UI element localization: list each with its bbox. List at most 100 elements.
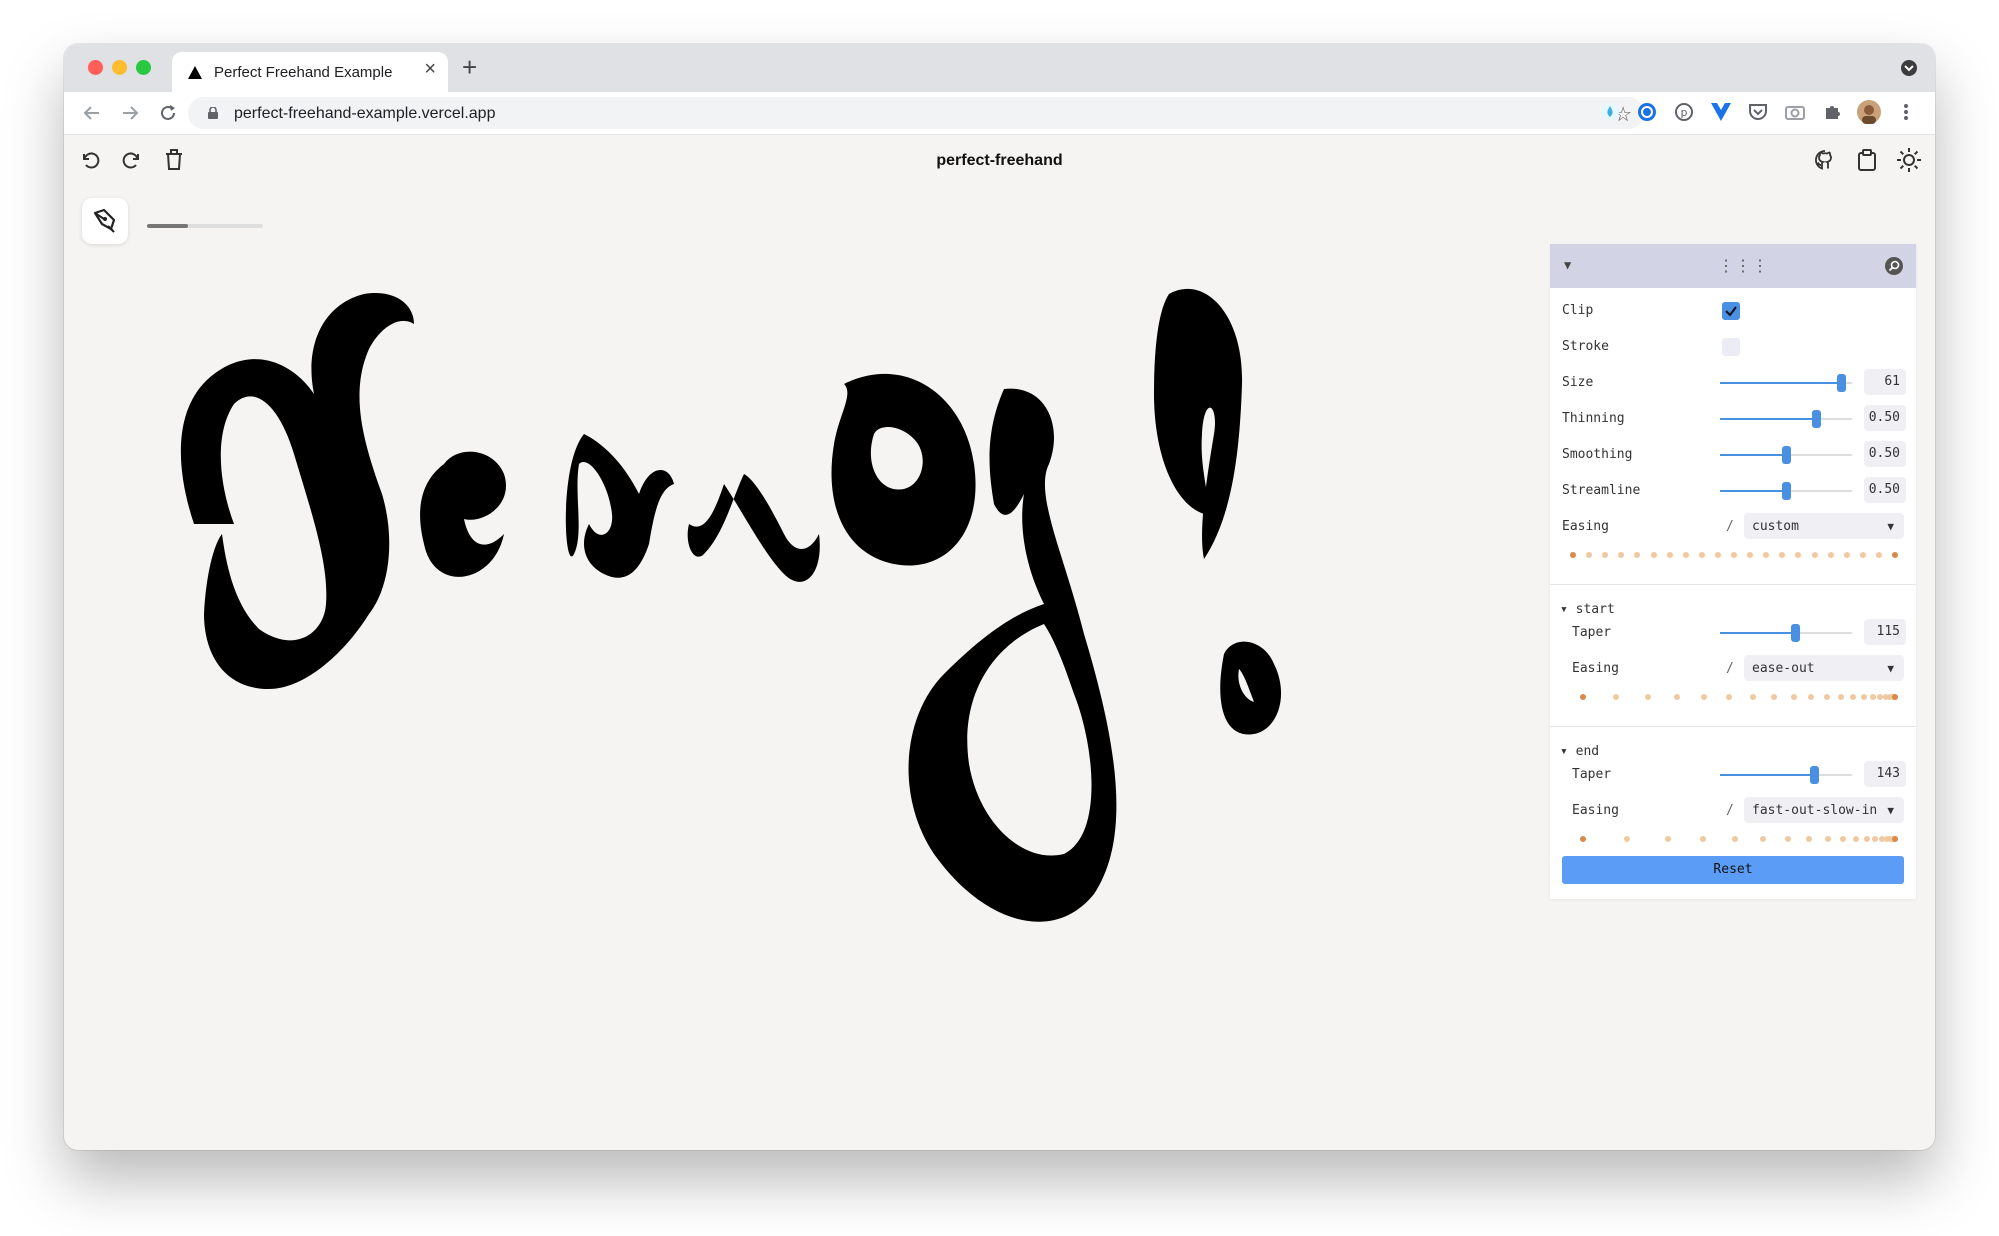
lock-icon [208,107,218,119]
easing-select-value: custom [1752,519,1799,534]
reload-button[interactable] [154,100,182,126]
droplet-extension-icon[interactable] [1596,98,1624,126]
easing-dot [1869,694,1876,700]
progress-fill [147,224,188,228]
chevron-down-icon: ▼ [1887,662,1894,675]
easing-dot [1747,552,1754,558]
new-tab-button[interactable]: + [462,52,477,83]
pinterest-icon[interactable]: p [1670,98,1698,126]
browser-tab[interactable]: Perfect Freehand Example × [172,52,448,92]
easing-dot [1682,552,1689,558]
streamline-input[interactable]: 0.50 [1864,477,1906,503]
start-taper-input[interactable]: 115 [1864,619,1906,645]
reset-button[interactable]: Reset [1562,856,1904,884]
start-group-title[interactable]: ▾ start [1560,602,1615,617]
browser-menu-icon[interactable] [1892,98,1920,126]
maximize-window-button[interactable] [136,60,151,75]
github-button[interactable] [1811,146,1839,174]
options-panel: ▼ ⋮⋮⋮ Clip Stroke Size 61 Thinning 0.50 … [1550,244,1916,899]
end-easing-row: Easing / fast-out-slow-in ▼ [1560,794,1916,828]
start-easing-select[interactable]: ease-out ▼ [1744,655,1904,681]
start-easing-value: ease-out [1752,661,1815,676]
easing-dot [1714,552,1721,558]
stroke-row: Stroke [1550,330,1916,364]
vercel-favicon-icon [188,66,202,79]
vue-devtools-icon[interactable] [1707,98,1735,126]
start-easing-curve-dots [1580,692,1900,702]
easing-dot [1784,836,1791,842]
start-taper-label: Taper [1572,625,1612,640]
smoothing-row: Smoothing 0.50 [1550,438,1916,472]
streamline-slider-thumb[interactable] [1782,482,1791,500]
drag-handle-icon[interactable]: ⋮⋮⋮ [1718,256,1769,275]
thinning-slider-thumb[interactable] [1812,410,1822,428]
end-taper-input[interactable]: 143 [1864,761,1906,787]
easing-dot [1850,694,1857,700]
easing-dot [1673,694,1680,700]
clip-row: Clip [1550,294,1916,328]
easing-dot [1840,836,1847,842]
tab-title: Perfect Freehand Example [214,64,393,81]
easing-dot [1580,694,1586,700]
easing-dot [1838,694,1845,700]
checkmark-icon [1725,306,1737,317]
search-extension-icon[interactable] [1633,98,1661,126]
panel-header[interactable]: ▼ ⋮⋮⋮ [1550,244,1916,288]
easing-dot [1760,836,1767,842]
easing-curve-dots [1570,550,1900,560]
pen-tool-button[interactable] [82,198,128,244]
svg-text:p: p [1681,106,1688,119]
theme-toggle-button[interactable] [1895,146,1923,174]
easing-dot [1763,552,1770,558]
smoothing-slider-thumb[interactable] [1782,446,1791,464]
clip-checkbox[interactable] [1722,302,1740,320]
pocket-icon[interactable] [1744,98,1772,126]
extensions-bar: p [1596,98,1920,126]
address-bar: perfect-freehand-example.vercel.app ☆ p [64,92,1935,135]
copy-svg-button[interactable] [1853,146,1881,174]
back-button[interactable] [78,100,106,126]
url-field[interactable]: perfect-freehand-example.vercel.app ☆ [188,97,1644,129]
end-taper-row: Taper 143 [1560,758,1916,792]
start-taper-slider-thumb[interactable] [1791,624,1801,642]
collapse-panel-icon[interactable]: ▼ [1564,258,1571,272]
camera-icon[interactable] [1781,98,1809,126]
easing-dot [1811,552,1818,558]
easing-dot [1618,552,1625,558]
app-canvas-area[interactable]: perfect-freehand ▼ ⋮⋮⋮ Clip Stroke Size … [64,134,1935,1150]
profile-avatar[interactable] [1855,98,1883,126]
browser-window: Perfect Freehand Example × + perfect-fre… [64,44,1935,1150]
close-tab-icon[interactable]: × [424,58,436,81]
minimize-window-button[interactable] [112,60,127,75]
easing-dot [1872,836,1879,842]
tab-search-icon[interactable] [1899,58,1919,83]
smoothing-input[interactable]: 0.50 [1864,441,1906,467]
size-input[interactable]: 61 [1864,369,1906,395]
playback-progress-bar[interactable] [147,224,263,228]
size-slider[interactable] [1720,374,1852,392]
easing-label: Easing [1562,519,1609,534]
thinning-row: Thinning 0.50 [1550,402,1916,436]
thinning-input[interactable]: 0.50 [1864,405,1906,431]
easing-select[interactable]: custom ▼ [1744,513,1904,539]
streamline-slider[interactable] [1720,482,1852,500]
chevron-down-icon: ▼ [1887,520,1894,533]
easing-dot [1644,694,1651,700]
easing-dot [1859,552,1866,558]
close-window-button[interactable] [88,60,103,75]
size-slider-thumb[interactable] [1837,374,1847,392]
clip-label: Clip [1562,303,1594,318]
forward-button[interactable] [116,100,144,126]
start-taper-row: Taper 115 [1560,616,1916,650]
end-taper-slider-thumb[interactable] [1809,766,1819,784]
start-taper-slider[interactable] [1720,624,1852,642]
thinning-slider[interactable] [1720,410,1852,428]
smoothing-slider[interactable] [1720,446,1852,464]
end-group-title[interactable]: ▾ end [1560,744,1599,759]
end-easing-select[interactable]: fast-out-slow-in ▼ [1744,797,1904,823]
end-taper-slider[interactable] [1720,766,1852,784]
puzzle-extensions-icon[interactable] [1818,98,1846,126]
stroke-checkbox[interactable] [1722,338,1740,356]
filter-search-icon[interactable] [1884,256,1904,276]
easing-dot [1863,836,1870,842]
